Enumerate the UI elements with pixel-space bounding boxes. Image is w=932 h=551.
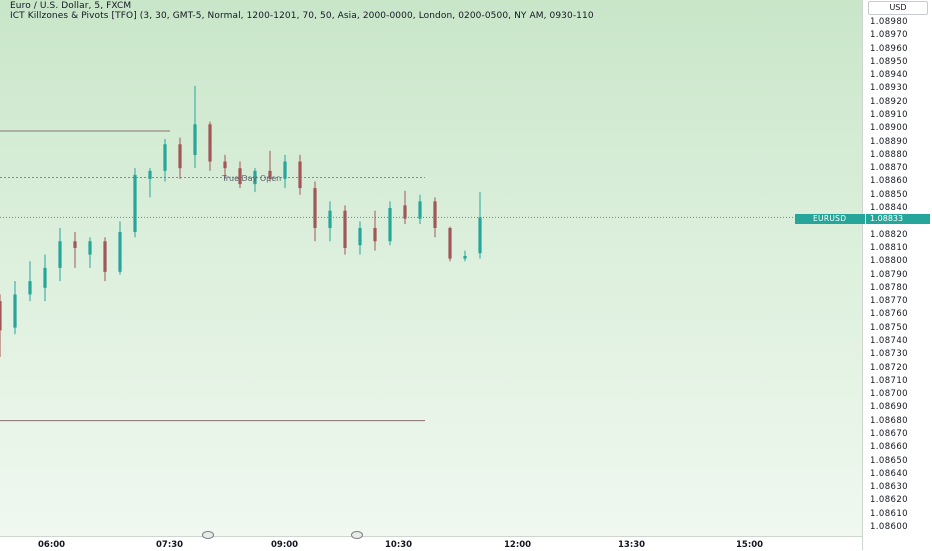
candle-down <box>73 241 77 248</box>
price-tick-label: 1.08600 <box>870 522 908 532</box>
candle-down <box>448 227 452 259</box>
candle-down <box>403 205 407 219</box>
time-tick-label: 13:30 <box>618 540 646 550</box>
price-tick-label: 1.08900 <box>870 123 908 134</box>
price-tick-label: 1.08930 <box>870 83 908 94</box>
price-tick-label: 1.08670 <box>870 428 908 439</box>
symbol-price-tag: EURUSD <box>795 214 865 224</box>
currency-button[interactable]: USD <box>868 1 928 15</box>
candle-up <box>13 294 17 328</box>
price-tick-label: 1.08840 <box>870 203 908 214</box>
price-tick-label: 1.08920 <box>870 96 908 107</box>
candle-down <box>223 161 227 169</box>
candle-up <box>478 217 482 254</box>
candle-up <box>28 281 32 295</box>
candle-up <box>88 241 92 255</box>
price-tick-label: 1.08950 <box>870 56 908 67</box>
candle-down <box>208 124 212 162</box>
price-tick-label: 1.08720 <box>870 362 908 373</box>
candle-up <box>43 267 47 288</box>
candle-up <box>163 144 167 171</box>
time-tick-label: 06:00 <box>38 540 66 550</box>
price-tick-label: 1.08630 <box>870 482 908 493</box>
price-tick-label: 1.08860 <box>870 176 908 187</box>
time-tick-label: 15:00 <box>736 540 764 550</box>
price-tick-label: 1.08690 <box>870 402 908 413</box>
price-tick-label: 1.08820 <box>870 229 908 240</box>
candle-up <box>118 231 122 272</box>
candle-up <box>328 210 332 228</box>
price-tick-label: 1.08880 <box>870 149 908 160</box>
price-tick-label: 1.08700 <box>870 389 908 400</box>
time-tick-label: 12:00 <box>504 540 532 550</box>
price-tick-label: 1.08740 <box>870 335 908 346</box>
time-axis[interactable] <box>0 536 862 551</box>
candle-up <box>463 255 467 259</box>
true-day-open-label: True Day Open <box>222 174 282 183</box>
candle-down <box>433 201 437 228</box>
candle-up <box>418 201 422 219</box>
candle-up <box>193 124 197 155</box>
session-break-icon[interactable] <box>202 531 214 539</box>
price-tick-label: 1.08970 <box>870 30 908 41</box>
price-tick-label: 1.08750 <box>870 322 908 333</box>
price-tick-label: 1.08980 <box>870 17 908 27</box>
candle-down <box>298 161 302 189</box>
price-tick-label: 1.08910 <box>870 110 908 121</box>
price-tick-label: 1.08790 <box>870 269 908 280</box>
candle-down <box>103 241 107 272</box>
candle-up <box>283 161 287 179</box>
candlestick-chart[interactable] <box>0 0 862 536</box>
time-tick-label: 07:30 <box>156 540 184 550</box>
price-tick-label: 1.08760 <box>870 309 908 320</box>
price-tick-label: 1.08890 <box>870 136 908 147</box>
price-tick-label: 1.08940 <box>870 70 908 81</box>
last-price-label: 1.08833 <box>866 214 930 224</box>
session-break-icon[interactable] <box>351 531 363 539</box>
price-tick-label: 1.08660 <box>870 442 908 453</box>
price-tick-label: 1.08620 <box>870 495 908 506</box>
candle-up <box>58 241 62 268</box>
chart-plot-area[interactable]: Euro / U.S. Dollar, 5, FXCM ICT Killzone… <box>0 0 862 536</box>
price-tick-label: 1.08810 <box>870 242 908 253</box>
price-tick-label: 1.08730 <box>870 349 908 360</box>
chart-symbol-legend: Euro / U.S. Dollar, 5, FXCM <box>10 1 132 11</box>
price-tick-label: 1.08960 <box>870 43 908 54</box>
candle-up <box>388 208 392 242</box>
price-tick-label: 1.08680 <box>870 415 908 426</box>
indicator-legend[interactable]: ICT Killzones & Pivots [TFO] (3, 30, GMT… <box>10 11 594 21</box>
candle-up <box>358 227 362 246</box>
candle-up <box>148 170 152 179</box>
candle-down <box>178 144 182 169</box>
price-tick-label: 1.08800 <box>870 256 908 267</box>
price-axis[interactable]: 1.08980 1.08970 1.08960 1.08950 1.08940 1.089… <box>862 0 932 550</box>
candle-down <box>0 301 2 331</box>
time-tick-label: 10:30 <box>385 540 413 550</box>
price-tick-label: 1.08640 <box>870 468 908 479</box>
price-tick-label: 1.08870 <box>870 163 908 174</box>
price-tick-label: 1.08610 <box>870 508 908 519</box>
price-tick-label: 1.08770 <box>870 296 908 307</box>
candle-down <box>373 227 377 242</box>
time-tick-label: 09:00 <box>271 540 299 550</box>
candle-up <box>133 174 137 232</box>
price-tick-label: 1.08710 <box>870 375 908 386</box>
candle-down <box>343 210 347 248</box>
price-tick-label: 1.08850 <box>870 189 908 200</box>
price-tick-label: 1.08650 <box>870 455 908 466</box>
candle-down <box>313 188 317 228</box>
price-tick-label: 1.08780 <box>870 282 908 293</box>
